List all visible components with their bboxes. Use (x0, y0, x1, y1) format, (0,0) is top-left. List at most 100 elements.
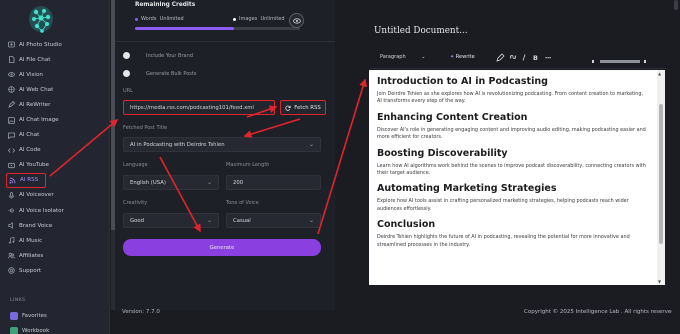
generate-button[interactable]: Generate (123, 239, 321, 256)
section-body: Deirdre Tshien highlights the future of … (377, 234, 630, 248)
sidebar-item-vision[interactable]: AI Vision (6, 67, 106, 82)
vision-icon (8, 71, 15, 78)
language-value: English (USA) (130, 179, 166, 186)
sidebar-item-chat[interactable]: AI Chat (6, 128, 106, 143)
sidebar-item-chat-image[interactable]: AI Chat Image (6, 112, 106, 127)
sidebar-item-affiliates[interactable]: Affiliates (6, 248, 106, 263)
editor-scrollbar[interactable]: ▲ ▼ (657, 70, 665, 285)
paragraph-style-select[interactable]: Paragraph ⌄ (380, 54, 425, 60)
chevron-down-icon: ⌄ (206, 217, 212, 224)
sidebar-item-web-chat[interactable]: AI Web Chat (6, 82, 106, 97)
section-heading: Introduction to AI in Podcasting (377, 76, 548, 87)
toolbar-separator-bars (592, 60, 648, 63)
sidebar-item-label: AI Vision (19, 71, 43, 78)
link-workbook[interactable]: Workbook (10, 327, 49, 334)
chevron-down-icon: ⌄ (308, 141, 314, 148)
scrollbar-thumb[interactable] (674, 0, 678, 10)
sidebar-item-youtube[interactable]: AI YouTube (6, 158, 106, 173)
bulk-posts-option[interactable]: Generate Bulk Posts (123, 70, 196, 77)
scroll-up-icon[interactable]: ▲ (658, 71, 661, 76)
rewrite-label: Rewrite (455, 54, 475, 60)
max-length-label: Maximum Length (226, 162, 270, 168)
document-title[interactable]: Untitled Document... (374, 26, 468, 36)
section-body: Explore how AI tools assist in crafting … (377, 198, 629, 212)
italic-icon[interactable] (522, 54, 526, 61)
sidebar-item-label: AI Web Chat (19, 86, 54, 93)
rewrite-button[interactable]: ✦ Rewrite (450, 54, 475, 60)
link-icon[interactable] (509, 55, 517, 59)
section-heading: Automating Marketing Strategies (377, 183, 557, 195)
chevron-down-icon: ⌄ (308, 217, 314, 224)
sidebar-item-voiceover[interactable]: AI Voiceover (6, 188, 106, 203)
rewriter-icon (8, 101, 16, 109)
sidebar-item-music[interactable]: AI Music (6, 233, 106, 248)
web-chat-icon (8, 86, 15, 94)
eye-icon (292, 17, 301, 24)
brand-voice-icon (8, 222, 15, 230)
workbook-icon (10, 327, 18, 334)
sidebar-item-support[interactable]: Support (6, 263, 106, 278)
paragraph-style-label: Paragraph (380, 54, 406, 60)
tone-select[interactable]: Casual ⌄ (226, 213, 321, 228)
brain-logo-icon[interactable] (26, 4, 56, 36)
language-label: Language (123, 162, 148, 168)
link-favorites[interactable]: Favorites (10, 312, 47, 320)
sidebar-item-code[interactable]: AI Code (6, 143, 106, 158)
tone-value: Casual (233, 217, 251, 224)
creativity-select[interactable]: Good ⌄ (123, 213, 219, 228)
credits-progress-fill (135, 27, 234, 30)
max-length-value: 200 (233, 179, 244, 186)
sidebar-item-label: AI RSS (20, 177, 39, 184)
include-brand-radio[interactable] (123, 52, 130, 59)
sidebar-item-rss[interactable]: AI RSS (6, 172, 46, 188)
images-value: Unlimited (260, 16, 285, 22)
sidebar-item-file-chat[interactable]: AI File Chat (6, 52, 106, 67)
more-icon[interactable]: ⋯ (545, 54, 552, 62)
voiceover-icon (8, 192, 15, 199)
include-brand-option[interactable]: Include Your Brand (123, 52, 193, 59)
copyright-text: Copyright © 2025 Intelligence Lab . All … (524, 309, 677, 315)
sidebar-item-label: AI Voice Isolator (19, 207, 64, 214)
sidebar-item-photo-studio[interactable]: AI Photo Studio (6, 37, 106, 52)
sidebar: AI Photo Studio AI File Chat AI Vision A… (0, 0, 110, 334)
voice-isolator-icon (8, 207, 15, 214)
max-length-input[interactable]: 200 (226, 175, 321, 190)
sidebar-item-label: AI Code (19, 147, 41, 154)
link-label: Workbook (22, 328, 50, 334)
url-input[interactable]: https://media.rss.com/podcasting101/feed… (123, 100, 275, 115)
rss-form-panel: Remaining Credits Words Unlimited Images… (115, 0, 335, 310)
credits-progress-bar (135, 27, 300, 30)
youtube-icon (8, 162, 15, 169)
language-select[interactable]: English (USA) ⌄ (123, 175, 219, 190)
photo-studio-icon (8, 41, 15, 48)
sidebar-item-brand-voice[interactable]: Brand Voice (6, 218, 106, 233)
scroll-down-icon[interactable]: ▼ (658, 279, 661, 284)
section-heading: Enhancing Content Creation (377, 111, 528, 123)
fetched-title-select[interactable]: AI in Podcasting with Deirdre Tshien ⌄ (123, 137, 321, 152)
images-credit: Images Unlimited (233, 16, 285, 22)
bulk-posts-radio[interactable] (123, 70, 130, 77)
section-body: Discover AI's role in generating engagin… (377, 126, 646, 141)
pen-icon[interactable] (496, 53, 505, 62)
bold-icon[interactable]: B (533, 54, 538, 62)
images-label: Images (239, 16, 258, 22)
toggle-visibility-button[interactable] (289, 13, 304, 28)
editor-content[interactable]: Introduction to AI in Podcasting Join De… (369, 70, 657, 285)
sidebar-item-label: Affiliates (19, 252, 44, 259)
sidebar-item-label: AI Chat (19, 132, 40, 139)
music-icon (8, 237, 15, 244)
fetch-rss-button[interactable]: Fetch RSS (280, 100, 326, 115)
sidebar-item-rewriter[interactable]: AI ReWriter (6, 97, 106, 112)
section-heading: Boosting Discoverability (377, 147, 508, 159)
sidebar-item-label: AI File Chat (19, 56, 51, 63)
words-label: Words (141, 16, 157, 22)
scrollbar-thumb[interactable] (659, 104, 663, 244)
sidebar-item-label: Support (19, 267, 42, 274)
sidebar-item-label: AI Chat Image (19, 117, 59, 124)
file-chat-icon (8, 56, 15, 64)
sidebar-item-voice-isolator[interactable]: AI Voice Isolator (6, 203, 106, 218)
toolbar-divider (370, 68, 666, 69)
section-body: Join Deirdre Tshien as she explores how … (377, 91, 644, 105)
page-scrollbar[interactable] (672, 0, 680, 334)
sidebar-item-label: Brand Voice (19, 222, 53, 229)
